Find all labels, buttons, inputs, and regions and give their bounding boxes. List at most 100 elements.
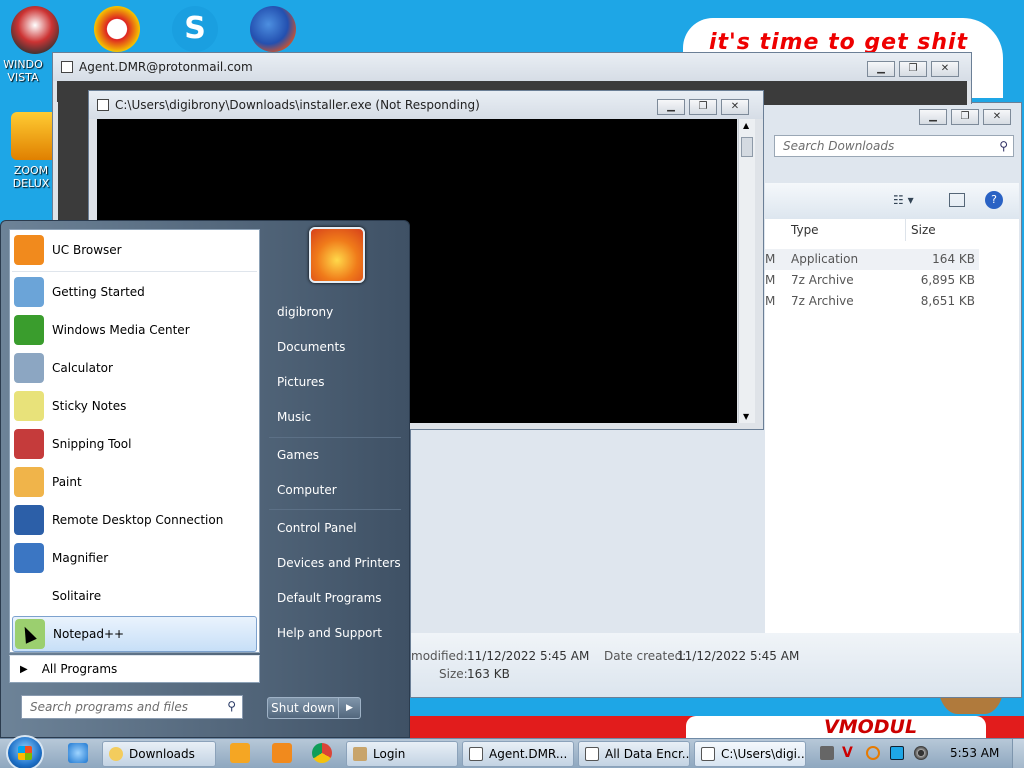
search-icon[interactable]: ⚲ [999, 139, 1008, 153]
taskbar-button-agent-dmr[interactable]: Agent.DMR... [462, 741, 574, 767]
start-link[interactable]: Pictures [277, 375, 325, 389]
start-link[interactable]: digibrony [277, 305, 333, 319]
minimize-button[interactable]: ▁ [657, 99, 685, 115]
view-options-icon[interactable]: ☷ ▾ [893, 193, 914, 207]
desktop-icon-label: ZOOM DELUX [12, 164, 50, 190]
program-label: Solitaire [52, 589, 102, 603]
email-window-buttons: ▁ ❐ ✕ [867, 61, 959, 77]
minimize-button[interactable]: ▁ [919, 109, 947, 125]
media-player-icon[interactable] [230, 743, 250, 763]
folder-icon [109, 747, 123, 761]
start-link[interactable]: Documents [277, 340, 345, 354]
console-scrollbar[interactable]: ▲ ▼ [738, 119, 755, 423]
firefox-icon[interactable] [250, 6, 296, 52]
program-item[interactable]: Remote Desktop Connection [12, 502, 257, 538]
program-item[interactable]: Snipping Tool [12, 426, 257, 462]
clock[interactable]: 5:53 AM [950, 746, 999, 760]
program-item[interactable]: Notepad++ [12, 616, 257, 652]
scroll-up-arrow-icon[interactable]: ▲ [743, 121, 749, 130]
show-desktop-button[interactable] [1012, 739, 1024, 768]
preview-pane-icon[interactable] [949, 193, 965, 207]
column-size[interactable]: Size [911, 223, 936, 237]
taskbar-button-downloads[interactable]: Downloads [102, 741, 216, 767]
remote-desktop-icon [14, 505, 44, 535]
taskbar-button-login[interactable]: Login [346, 741, 458, 767]
wallpaper-bottom-art: VMODUL [410, 716, 1024, 738]
file-type: 7z Archive [791, 273, 854, 287]
console-app-icon [701, 747, 715, 761]
start-link[interactable]: Games [277, 448, 319, 462]
file-size: 8,651 KB [920, 294, 975, 308]
taskbar-button-label: C:\Users\digi... [721, 747, 806, 761]
taskbar-button-all-data[interactable]: All Data Encr... [578, 741, 690, 767]
start-link[interactable]: Devices and Printers [277, 556, 401, 570]
maximize-button[interactable]: ❐ [951, 109, 979, 125]
user-picture[interactable] [309, 227, 365, 283]
tray-search-icon[interactable] [866, 746, 880, 760]
login-app-icon [353, 747, 367, 761]
paint-icon [14, 467, 44, 497]
window-app-icon [61, 61, 73, 73]
file-row[interactable]: M Application 164 KB [765, 249, 979, 270]
email-window-title: Agent.DMR@protonmail.com [79, 60, 253, 74]
start-link[interactable]: Computer [277, 483, 337, 497]
minimize-button[interactable]: ▁ [867, 61, 895, 77]
program-item[interactable]: Solitaire [12, 578, 257, 614]
maximize-button[interactable]: ❐ [899, 61, 927, 77]
column-type[interactable]: Type [791, 223, 819, 237]
installer-window-buttons: ▁ ❐ ✕ [657, 99, 749, 115]
explorer-search-input[interactable]: Search Downloads ⚲ [774, 135, 1014, 157]
program-label: Magnifier [52, 551, 109, 565]
start-search-input[interactable]: Search programs and files ⚲ [21, 695, 243, 719]
shutdown-button[interactable]: Shut down [267, 697, 339, 719]
file-row[interactable]: M 7z Archive 8,651 KB [765, 291, 979, 312]
shutdown-group: Shut down ▶ [267, 697, 361, 719]
tray-v-icon[interactable]: V [842, 746, 856, 760]
start-link[interactable]: Music [277, 410, 311, 424]
uc-browser-icon [14, 235, 44, 265]
start-link[interactable]: Help and Support [277, 626, 382, 640]
program-item[interactable]: Windows Media Center [12, 312, 257, 348]
file-size: 6,895 KB [920, 273, 975, 287]
scrollbar-thumb[interactable] [741, 137, 753, 157]
maximize-button[interactable]: ❐ [689, 99, 717, 115]
start-button[interactable] [6, 735, 44, 768]
start-search-placeholder: Search programs and files [30, 700, 188, 714]
window-app-icon [469, 747, 483, 761]
media-center-icon [14, 315, 44, 345]
program-item[interactable]: Sticky Notes [12, 388, 257, 424]
chrome-icon[interactable] [312, 743, 332, 763]
email-window-titlebar[interactable]: Agent.DMR@protonmail.com [53, 53, 971, 81]
program-item[interactable]: Getting Started [12, 274, 257, 310]
taskbar-button-installer[interactable]: C:\Users\digi... [694, 741, 806, 767]
help-icon[interactable]: ? [985, 191, 1003, 209]
close-button[interactable]: ✕ [983, 109, 1011, 125]
program-item[interactable]: UC Browser [12, 232, 257, 268]
uc-browser-taskbar-icon[interactable] [272, 743, 292, 763]
close-button[interactable]: ✕ [721, 99, 749, 115]
tray-speaker-icon[interactable] [914, 746, 928, 760]
all-programs-item[interactable]: ▶ All Programs [9, 655, 260, 683]
program-item[interactable]: Magnifier [12, 540, 257, 576]
file-time-suffix: M [765, 252, 776, 266]
p-app-icon[interactable] [94, 6, 140, 52]
internet-explorer-icon[interactable] [68, 743, 88, 763]
program-item[interactable]: Calculator [12, 350, 257, 386]
window-app-icon [585, 747, 599, 761]
shutdown-options-arrow-icon[interactable]: ▶ [339, 697, 361, 719]
file-time-suffix: M [765, 273, 776, 287]
start-link[interactable]: Default Programs [277, 591, 382, 605]
program-label: Sticky Notes [52, 399, 127, 413]
explorer-file-list: Type Size M Application 164 KB M 7z Arch… [765, 219, 1019, 633]
sticky-notes-icon [14, 391, 44, 421]
close-button[interactable]: ✕ [931, 61, 959, 77]
search-icon[interactable]: ⚲ [227, 699, 236, 713]
tray-app-icon[interactable] [820, 746, 834, 760]
pinned-separator [12, 271, 257, 272]
tray-monitor-icon[interactable] [890, 746, 904, 760]
program-item[interactable]: Paint [12, 464, 257, 500]
start-link[interactable]: Control Panel [277, 521, 357, 535]
skype-icon[interactable]: S [172, 6, 218, 52]
scroll-down-arrow-icon[interactable]: ▼ [743, 412, 749, 421]
file-row[interactable]: M 7z Archive 6,895 KB [765, 270, 979, 291]
